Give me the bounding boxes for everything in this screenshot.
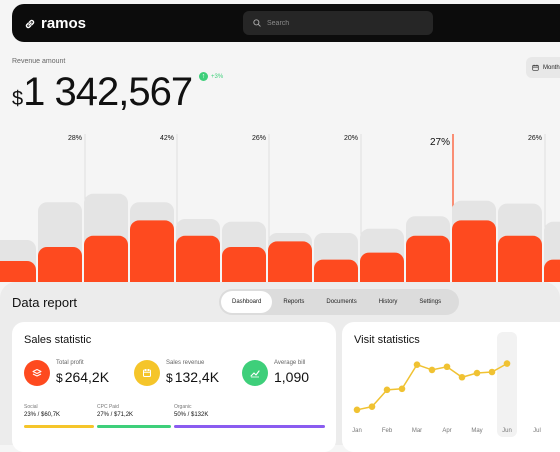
progress-cpc-paid: [97, 425, 171, 428]
bar-label: 28%: [68, 135, 82, 142]
sub-label: Organic: [174, 404, 192, 410]
bar: [498, 235, 542, 282]
tab-history[interactable]: History: [368, 291, 409, 313]
visit-point: [473, 369, 481, 377]
x-tick-label: Jun: [502, 428, 512, 434]
bar: [38, 247, 82, 282]
visit-point: [398, 385, 406, 393]
sub-organic: Organic 50% / $132K: [174, 404, 208, 418]
bar-label: 27%: [430, 137, 450, 148]
arrow-up-icon: ↑: [199, 72, 208, 81]
revenue-amount: 1 342,567: [23, 70, 193, 114]
link-icon: [25, 19, 35, 28]
search-box[interactable]: [243, 11, 433, 35]
bar-label: 26%: [528, 135, 542, 142]
bar: [222, 247, 266, 282]
visit-point: [488, 368, 496, 376]
bar: [130, 220, 174, 282]
bar: [314, 259, 358, 282]
x-tick-label: May: [471, 428, 482, 434]
stat-label: Sales revenue: [166, 360, 205, 366]
highlight-column: [497, 332, 517, 437]
brand-name: ramos: [41, 15, 87, 32]
sub-value: 50% / $132K: [174, 412, 209, 418]
tab-dashboard[interactable]: Dashboard: [221, 291, 273, 313]
visit-point: [383, 386, 391, 394]
visit-statistics-card: Visit statistics Jan Feb Mar Apr May Jun Jul: [342, 322, 560, 452]
bar: [406, 235, 450, 282]
visit-point: [458, 373, 466, 381]
stat-sales-revenue: Sales revenue $132,4K: [134, 360, 219, 386]
x-tick-label: Feb: [382, 428, 393, 434]
bar: [0, 261, 36, 282]
change-value: +3%: [211, 73, 224, 80]
calendar-icon: [134, 360, 160, 386]
visit-point: [503, 360, 511, 367]
bar: [360, 252, 404, 282]
tab-settings[interactable]: Settings: [408, 291, 452, 313]
sub-label: Social: [24, 404, 38, 410]
x-tick-label: Mar: [412, 428, 422, 434]
tab-reports[interactable]: Reports: [272, 291, 315, 313]
bar-label: 20%: [344, 135, 358, 142]
visit-point: [368, 403, 376, 410]
visit-point: [443, 363, 451, 371]
sub-value: 23% / $60,7K: [24, 412, 61, 418]
change-badge: ↑ +3%: [199, 72, 223, 81]
x-tick-label: Jul: [533, 428, 541, 434]
stat-value: $132,4K: [166, 369, 220, 385]
stat-value: 1,090: [274, 369, 310, 385]
stack-icon: [24, 360, 50, 386]
x-tick-label: Apr: [442, 428, 451, 434]
stat-total-profit: Total profit $264,2K: [24, 360, 109, 386]
sub-cpc-paid: CPC Paid 27% / $71,2K: [97, 404, 133, 418]
tab-documents[interactable]: Documents: [315, 291, 367, 313]
progress-social: [24, 425, 94, 428]
stat-average-bill: Average bill 1,090: [242, 360, 309, 386]
search-input[interactable]: [265, 18, 419, 28]
progress-organic: [174, 425, 325, 428]
bar-label: 26%: [252, 135, 266, 142]
bar: [544, 259, 560, 282]
bar: [84, 235, 128, 282]
bar: [176, 235, 220, 282]
data-report-title: Data report: [12, 295, 78, 310]
search-icon: [253, 19, 261, 27]
bar: [452, 220, 496, 282]
sales-title: Sales statistic: [24, 334, 92, 346]
period-label: Month: [543, 64, 560, 71]
stat-label: Average bill: [274, 360, 306, 366]
sales-statistic-card: Sales statistic Total profit $264,2K Sal…: [12, 322, 336, 452]
x-tick-label: Jan: [352, 428, 362, 434]
visit-point: [353, 406, 361, 414]
sub-social: Social 23% / $60,7K: [24, 404, 60, 418]
bar-label: 42%: [160, 135, 174, 142]
sub-label: CPC Paid: [97, 404, 119, 410]
revenue-chart: 28% 42% 26% 20% 27% 26%: [0, 126, 560, 282]
stat-value: $264,2K: [56, 369, 110, 385]
visit-point: [428, 366, 436, 374]
report-tabs: Dashboard Reports Documents History Sett…: [219, 289, 459, 315]
revenue-label: Revenue amount: [12, 58, 66, 65]
revenue-currency: $: [12, 88, 23, 110]
stat-label: Total profit: [56, 360, 84, 366]
visit-chart-svg: Jan Feb Mar Apr May Jun Jul: [352, 332, 541, 437]
calendar-icon: [532, 64, 539, 71]
visit-point: [413, 361, 421, 368]
revenue-value: $ 1 342,567: [12, 70, 193, 115]
trend-icon: [242, 360, 268, 386]
sub-value: 27% / $71,2K: [97, 412, 134, 418]
bar: [268, 241, 312, 282]
top-bar: ramos: [12, 4, 560, 42]
revenue-chart-svg: 28% 42% 26% 20% 27% 26%: [0, 134, 560, 282]
period-button[interactable]: Month: [526, 57, 560, 78]
brand-logo[interactable]: ramos: [24, 15, 86, 32]
